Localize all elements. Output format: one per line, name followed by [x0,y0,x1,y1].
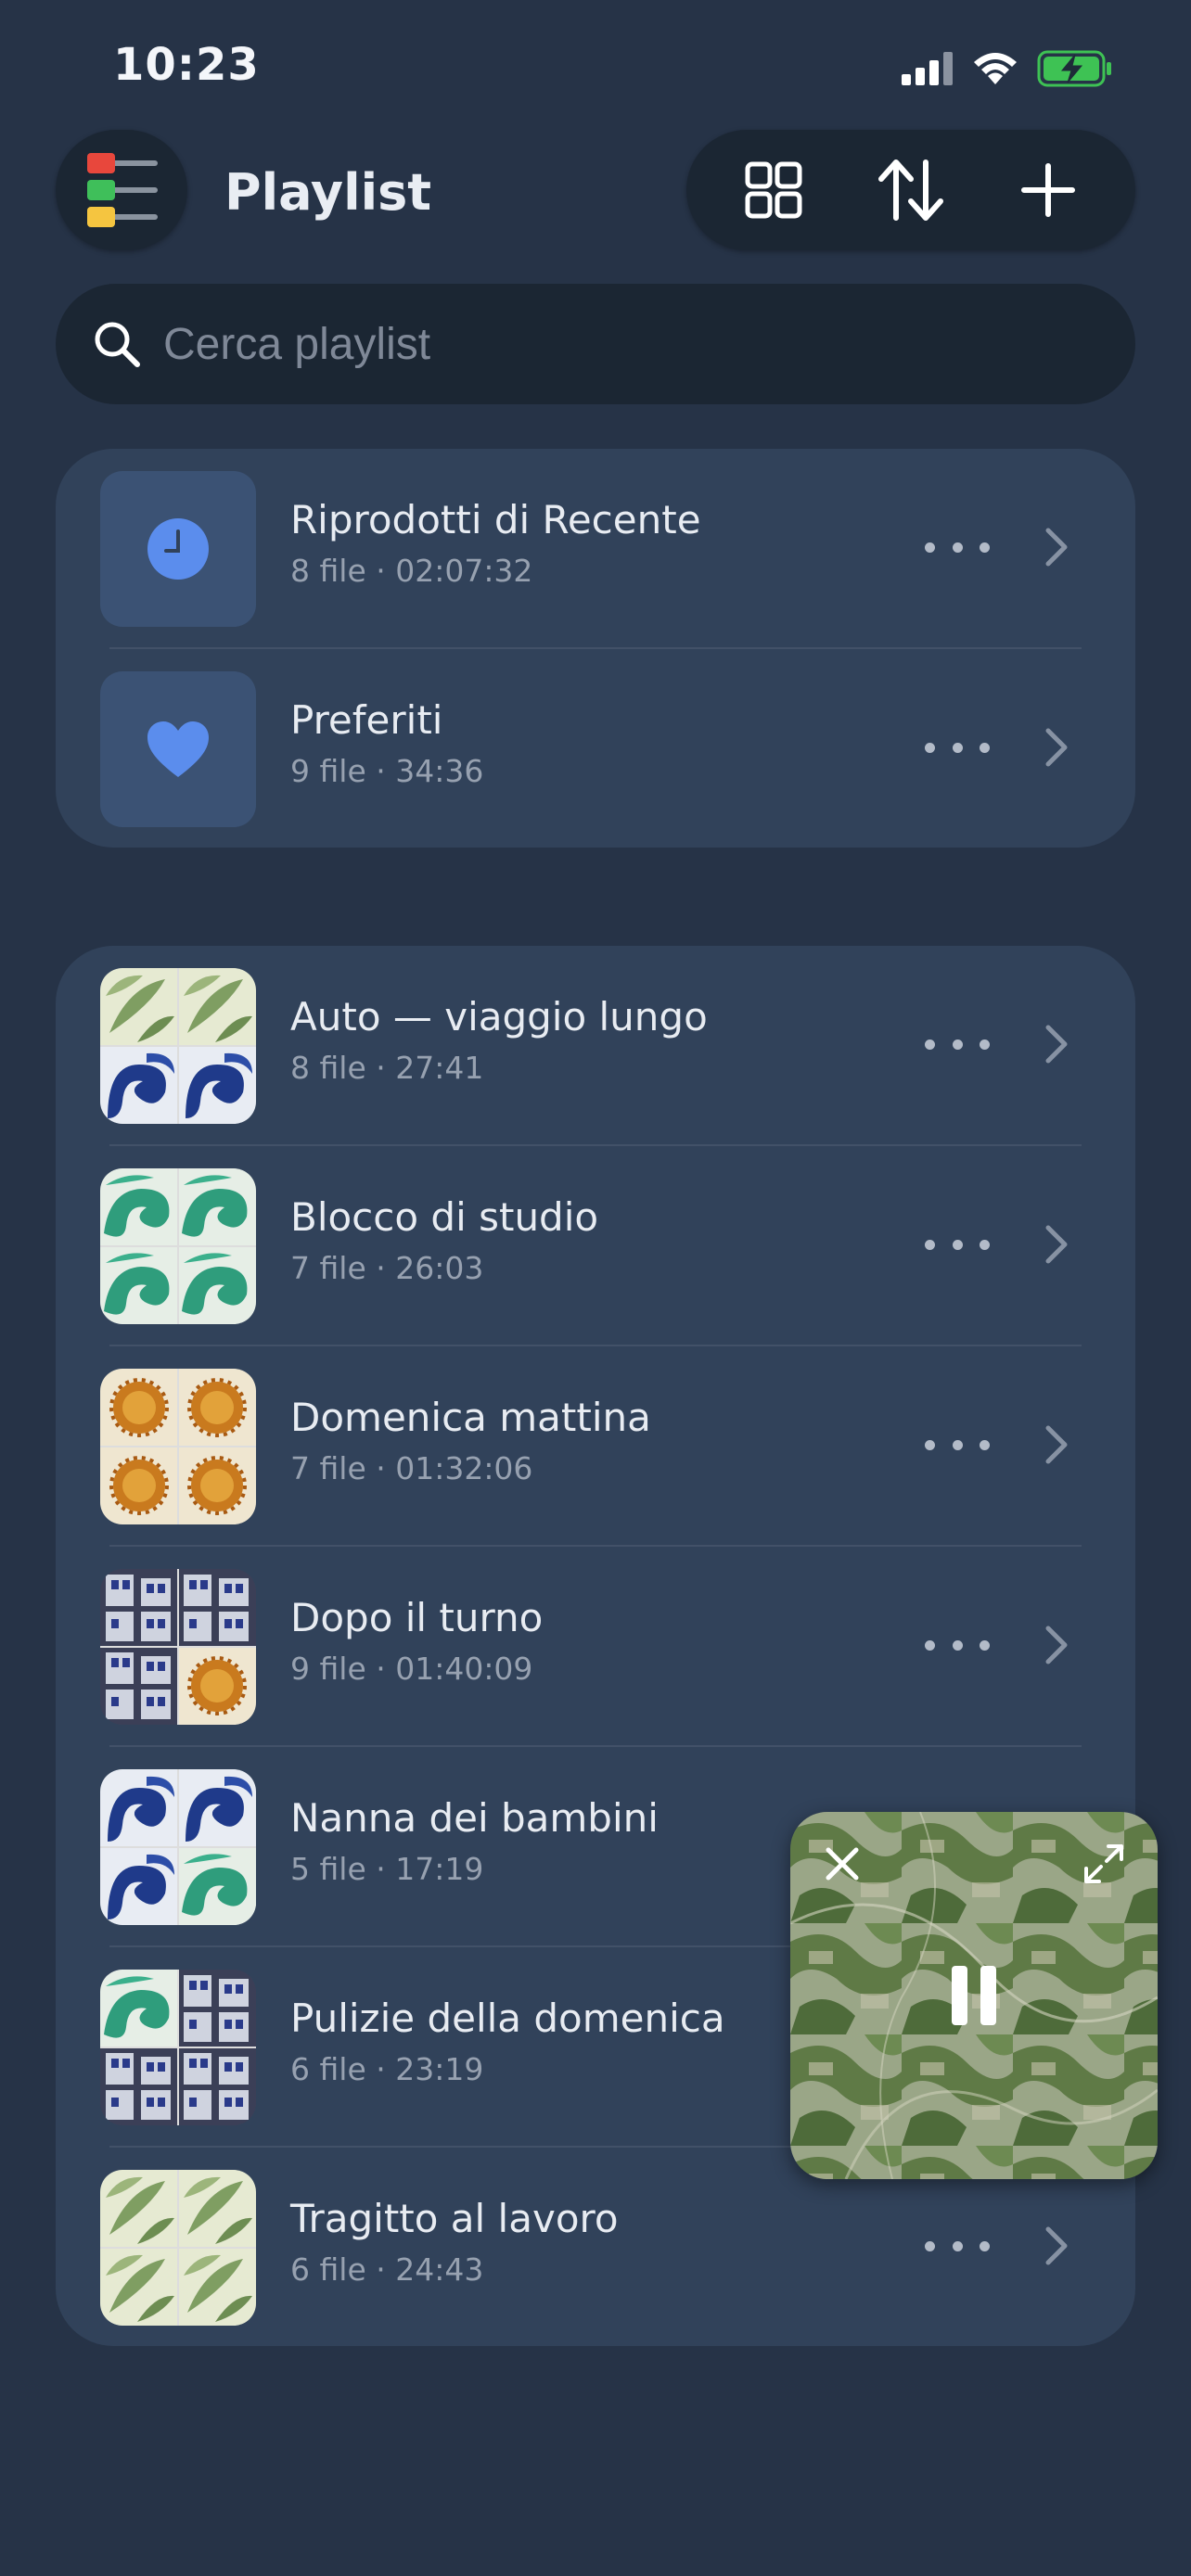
mini-player[interactable] [790,1812,1158,2179]
more-options-button[interactable] [925,729,990,766]
playlist-title: Nanna dei bambini [290,1795,659,1841]
grid-icon [745,161,802,219]
playlist-subtitle: 5 file · 17:19 [290,1851,484,1887]
playlist-artwork [100,1769,256,1925]
favorites-thumbnail [100,671,256,827]
playlist-title: Dopo il turno [290,1595,544,1640]
playlist-title: Pulizie della domenica [290,1996,725,2041]
more-options-button[interactable] [925,529,990,566]
grid-view-button[interactable] [723,139,825,241]
more-options-button[interactable] [925,1026,990,1063]
playlist-subtitle: 6 file · 23:19 [290,2051,484,2087]
list-item[interactable]: Domenica mattina 7 file · 01:32:06 [56,1346,1135,1547]
playlist-subtitle: 8 file · 02:07:32 [290,553,533,589]
playlist-artwork [100,1569,256,1725]
pinned-playlists-card: Riprodotti di Recente 8 file · 02:07:32 … [56,449,1135,848]
playlist-artwork [100,968,256,1124]
search-icon [95,322,140,367]
pause-button[interactable] [928,1949,1020,2042]
menu-button[interactable] [56,130,187,250]
add-playlist-button[interactable] [997,139,1099,241]
expand-player-button[interactable] [1074,1834,1133,1894]
colored-list-menu-icon [87,153,158,227]
list-item-favorites[interactable]: Preferiti 9 file · 34:36 [56,649,1135,849]
playlist-subtitle: 9 file · 34:36 [290,753,484,789]
more-options-button[interactable] [925,1226,990,1263]
pause-icon [952,1966,996,2025]
search-input[interactable] [161,317,1000,371]
playlist-title: Auto — viaggio lungo [290,994,708,1039]
status-icons [902,45,1113,93]
playlist-title: Domenica mattina [290,1395,651,1440]
sort-arrows-icon [878,159,943,221]
list-item-recently-played[interactable]: Riprodotti di Recente 8 file · 02:07:32 [56,449,1135,649]
playlist-artwork [100,1369,256,1524]
more-options-button[interactable] [925,1426,990,1463]
plus-icon [1021,163,1075,217]
header-actions [686,130,1135,250]
playlist-subtitle: 7 file · 01:32:06 [290,1450,533,1486]
playlist-subtitle: 8 file · 27:41 [290,1050,484,1086]
more-options-button[interactable] [925,1626,990,1664]
heart-icon [147,721,209,777]
playlist-title: Blocco di studio [290,1194,599,1240]
chevron-right-icon [1045,2226,1068,2265]
chevron-right-icon [1045,1626,1068,1664]
list-item[interactable]: Auto — viaggio lungo 8 file · 27:41 [56,946,1135,1146]
playlist-title: Tragitto al lavoro [290,2196,619,2241]
playlist-title: Riprodotti di Recente [290,497,701,542]
recent-thumbnail [100,471,256,627]
sort-button[interactable] [860,139,962,241]
playlist-title: Preferiti [290,697,443,743]
clock-icon [147,518,209,580]
playlist-subtitle: 6 file · 24:43 [290,2251,484,2288]
status-time: 10:23 [113,39,260,91]
playlist-subtitle: 7 file · 26:03 [290,1250,484,1286]
playlist-artwork [100,1168,256,1324]
playlist-artwork [100,2170,256,2326]
battery-charging-icon [1037,50,1111,87]
chevron-right-icon [1045,1425,1068,1464]
playlist-artwork [100,1970,256,2125]
signal-icon [902,52,953,85]
wifi-icon [974,53,1017,84]
chevron-right-icon [1045,1025,1068,1064]
chevron-right-icon [1045,528,1068,567]
more-options-button[interactable] [925,2227,990,2264]
chevron-right-icon [1045,1225,1068,1264]
close-player-button[interactable] [813,1834,872,1894]
list-item[interactable]: Dopo il turno 9 file · 01:40:09 [56,1547,1135,1747]
playlist-subtitle: 9 file · 01:40:09 [290,1651,533,1687]
chevron-right-icon [1045,728,1068,767]
search-bar[interactable] [56,284,1135,404]
expand-icon [1084,1844,1123,1883]
list-item[interactable]: Blocco di studio 7 file · 26:03 [56,1146,1135,1346]
page-title: Playlist [224,163,432,222]
close-icon [826,1847,859,1881]
